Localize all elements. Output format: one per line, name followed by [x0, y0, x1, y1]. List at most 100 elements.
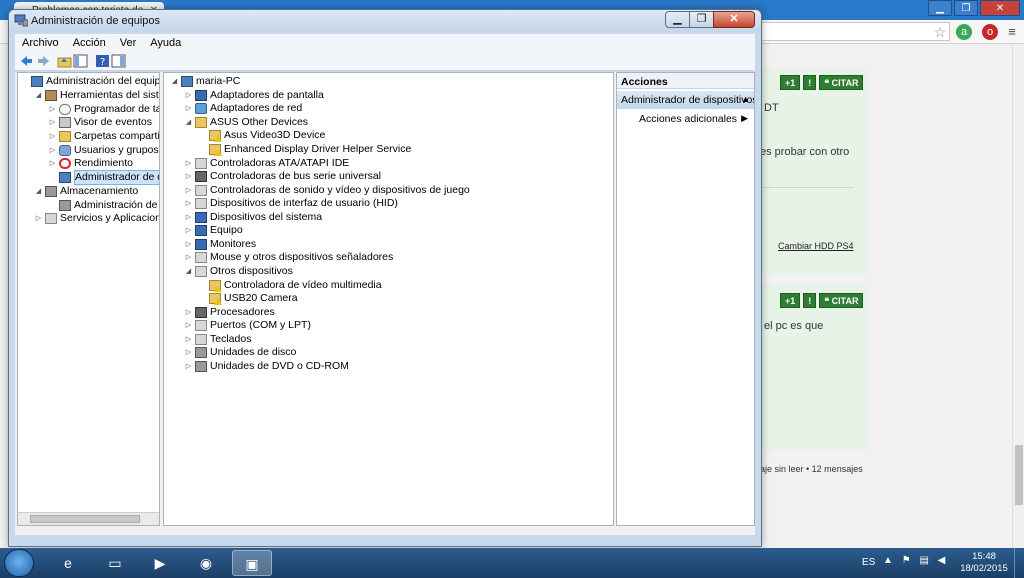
expand-arrow-icon[interactable]: ▷	[48, 130, 57, 143]
expand-arrow-icon[interactable]: ▷	[184, 197, 193, 210]
device-tree-item[interactable]: ▷ Adaptadores de red	[184, 102, 302, 116]
back-arrow-icon[interactable]	[19, 54, 34, 68]
device-tree-item[interactable]: ▷ Controladoras de sonido y vídeo y dispo…	[184, 183, 470, 197]
expand-arrow-icon[interactable]: ▷	[184, 89, 193, 102]
network-icon[interactable]: ▤	[919, 555, 928, 566]
device-tree-item[interactable]: ▷ Puertos (COM y LPT)	[184, 319, 311, 333]
expand-arrow-icon[interactable]: ▷	[184, 319, 193, 332]
maximize-button[interactable]: ❐	[689, 11, 714, 28]
taskbar-media-player-icon[interactable]: ▶	[140, 550, 180, 576]
bookmark-star-icon[interactable]: ☆	[932, 24, 948, 40]
console-tree-item[interactable]: ▷ Programador de tareas	[48, 102, 159, 116]
console-tree-item[interactable]: ▷ Usuarios y grupos locales	[48, 144, 159, 158]
console-tree-item[interactable]: ▷ Carpetas compartidas	[48, 130, 159, 144]
console-tree-item[interactable]: ▷ Visor de eventos	[48, 116, 152, 130]
expand-arrow-icon[interactable]: ▷	[184, 224, 193, 237]
expand-arrow-icon[interactable]: ▷	[48, 144, 57, 157]
plus-one-button[interactable]: +1	[780, 293, 801, 308]
device-tree-item[interactable]: ▷ Dispositivos del sistema	[184, 211, 322, 225]
close-button[interactable]: ✕	[713, 11, 755, 28]
menu-archivo[interactable]: Archivo	[15, 37, 66, 49]
device-tree-item[interactable]: ▷ Adaptadores de pantalla	[184, 89, 324, 103]
help-icon[interactable]: ?	[95, 54, 110, 68]
browser-close-button[interactable]: ✕	[980, 0, 1020, 16]
device-tree-item[interactable]: ◢ maria-PC	[170, 75, 240, 89]
minimize-button[interactable]: ▁	[665, 11, 690, 28]
expand-arrow-icon[interactable]: ▷	[184, 251, 193, 264]
device-tree-item[interactable]: Controladora de vídeo multimedia	[198, 278, 382, 292]
more-actions-item[interactable]: Acciones adicionales	[639, 113, 737, 125]
device-tree-item[interactable]: ▷ Equipo	[184, 224, 243, 238]
browser-menu-icon[interactable]: ≡	[1004, 24, 1020, 40]
menu-ayuda[interactable]: Ayuda	[143, 37, 188, 49]
collapse-arrow-icon[interactable]: ◢	[184, 116, 193, 129]
device-tree-item[interactable]: ▷ Mouse y otros dispositivos señaladores	[184, 251, 393, 265]
console-tree-item[interactable]: Administración de discos	[48, 198, 159, 212]
expand-arrow-icon[interactable]: ▷	[184, 102, 193, 115]
device-tree-item[interactable]: ▷ Dispositivos de interfaz de usuario (HI…	[184, 197, 398, 211]
expand-arrow-icon[interactable]: ▷	[184, 238, 193, 251]
expand-arrow-icon[interactable]: ▷	[184, 170, 193, 183]
console-tree-item[interactable]: ▷ Servicios y Aplicaciones	[34, 212, 159, 226]
taskbar-computer-management-icon[interactable]: ▣	[232, 550, 272, 576]
device-tree-item[interactable]: ▷ Procesadores	[184, 305, 275, 319]
device-tree-item[interactable]: ▷ Teclados	[184, 332, 251, 346]
console-tree-item[interactable]: Administración del equipo (local)	[20, 75, 159, 89]
device-tree-item[interactable]: ◢ ASUS Other Devices	[184, 116, 308, 130]
scrollbar-thumb[interactable]	[1015, 445, 1023, 505]
volume-icon[interactable]: ◀	[938, 555, 946, 566]
collapse-arrow-icon[interactable]: ◢	[34, 185, 43, 198]
device-tree-item[interactable]: ▷ Controladoras de bus serie universal	[184, 170, 381, 184]
language-indicator[interactable]: ES	[862, 557, 875, 568]
expand-arrow-icon[interactable]: ▷	[184, 346, 193, 359]
quote-button[interactable]: ❝ CITAR	[819, 293, 864, 308]
device-tree-item[interactable]: ▷ Unidades de disco	[184, 346, 296, 360]
start-button[interactable]	[4, 549, 34, 577]
window-titlebar[interactable]: Administración de equipos ▁ ❐ ✕	[9, 10, 761, 32]
taskbar-chrome-icon[interactable]: ◉	[186, 550, 226, 576]
report-button[interactable]: !	[803, 75, 817, 90]
expand-arrow-icon[interactable]: ▷	[48, 157, 57, 170]
up-arrow-icon[interactable]: ▲	[883, 555, 893, 566]
show-hide-tree-icon[interactable]	[73, 54, 88, 68]
collapse-up-icon[interactable]: ▲	[741, 94, 750, 104]
expand-arrow-icon[interactable]: ▷	[184, 360, 193, 373]
device-tree-item[interactable]: ▷ Controladoras ATA/ATAPI IDE	[184, 156, 349, 170]
console-tree-item[interactable]: Administrador de dispositivos	[48, 170, 159, 186]
console-tree-item[interactable]: ◢ Herramientas del sistema	[34, 89, 159, 103]
device-tree-item[interactable]: Asus Video3D Device	[198, 129, 325, 143]
actions-section-device-manager[interactable]: Administrador de dispositivos ▲	[617, 91, 754, 109]
scrollbar-thumb[interactable]	[30, 515, 140, 523]
report-button[interactable]: !	[803, 293, 817, 308]
horizontal-scrollbar[interactable]	[18, 512, 159, 525]
browser-address-bar[interactable]	[760, 22, 950, 41]
expand-arrow-icon[interactable]: ▷	[184, 333, 193, 346]
device-tree-item[interactable]: USB20 Camera	[198, 292, 298, 306]
device-tree-item[interactable]: ▷ Unidades de DVD o CD-ROM	[184, 360, 349, 374]
expand-arrow-icon[interactable]: ▷	[184, 211, 193, 224]
menu-accion[interactable]: Acción	[66, 37, 113, 49]
extension-icon[interactable]: a	[956, 24, 972, 40]
console-tree-pane[interactable]: Administración del equipo (local)◢Herram…	[17, 72, 160, 526]
expand-arrow-icon[interactable]: ▷	[48, 116, 57, 129]
collapse-arrow-icon[interactable]: ◢	[34, 89, 43, 102]
device-tree-item[interactable]: ▷ Monitores	[184, 238, 256, 252]
forward-arrow-icon[interactable]	[36, 54, 51, 68]
device-tree-item[interactable]: Enhanced Display Driver Helper Service	[198, 143, 411, 157]
show-hide-action-pane-icon[interactable]	[111, 54, 126, 68]
expand-arrow-icon[interactable]: ▷	[184, 306, 193, 319]
quote-button[interactable]: ❝ CITAR	[819, 75, 864, 90]
collapse-arrow-icon[interactable]: ◢	[170, 75, 179, 88]
extension-icon[interactable]: o	[982, 24, 998, 40]
expand-arrow-icon[interactable]: ▷	[34, 212, 43, 225]
expand-arrow-icon[interactable]: ▷	[48, 103, 57, 116]
menu-ver[interactable]: Ver	[113, 37, 144, 49]
up-folder-icon[interactable]	[57, 54, 72, 68]
browser-scrollbar[interactable]	[1012, 45, 1024, 548]
device-tree-item[interactable]: ◢ Otros dispositivos	[184, 265, 293, 279]
console-tree-item[interactable]: ◢ Almacenamiento	[34, 185, 138, 199]
taskbar-file-explorer-icon[interactable]: ▭	[95, 550, 135, 576]
related-thread-link[interactable]: Cambiar HDD PS4	[778, 241, 854, 251]
expand-arrow-icon[interactable]: ▷	[184, 157, 193, 170]
browser-maximize-button[interactable]: ❐	[954, 0, 978, 16]
